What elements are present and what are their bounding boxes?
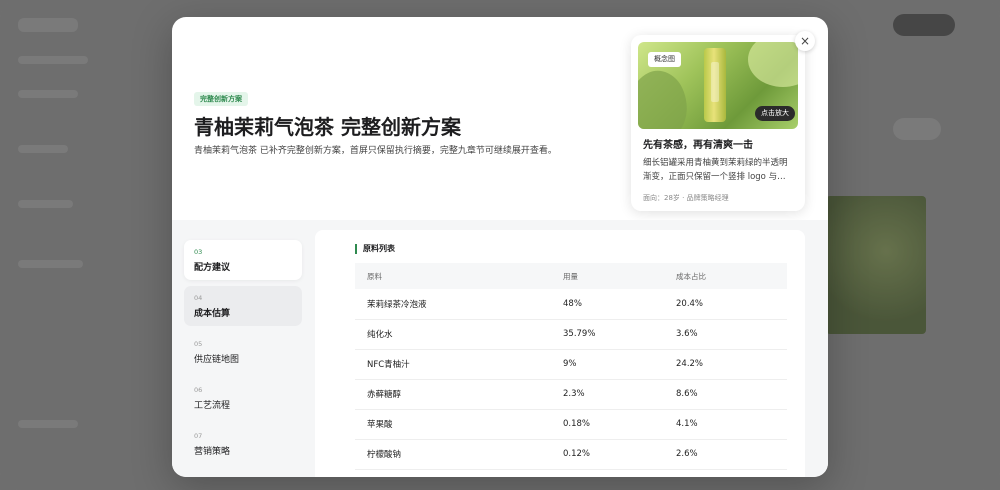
cost-share-cell: 3.6% <box>664 319 787 350</box>
toc-number: 07 <box>194 432 203 440</box>
cost-share-cell: 20.4% <box>664 289 787 320</box>
zoom-button[interactable]: 点击放大 <box>755 106 795 121</box>
ingredient-cell: NFC青柚汁 <box>355 349 551 380</box>
toc-item-supply-chain[interactable]: 05 供应链地图 <box>184 332 302 372</box>
leaf-decoration <box>638 62 700 129</box>
page-title: 青柚茉莉气泡茶 完整创新方案 <box>194 115 461 139</box>
close-button[interactable]: × <box>795 31 815 51</box>
toc-item-marketing[interactable]: 07 营销策略 <box>184 424 302 464</box>
table-row: 茉莉绿茶冷泡液 48% 20.4% <box>355 289 787 320</box>
toc-number: 05 <box>194 340 203 348</box>
concept-title: 先有茶感，再有清爽一击 <box>643 140 753 151</box>
table-row: 柠檬酸钠 0.12% 2.6% <box>355 439 787 470</box>
light-decoration <box>748 42 798 87</box>
ingredient-cell: 苹果酸 <box>355 409 551 440</box>
amount-cell: 48% <box>551 289 664 320</box>
ingredient-cell: 纯化水 <box>355 319 551 350</box>
table-row: 赤藓糖醇 2.3% 8.6% <box>355 379 787 410</box>
cost-share-cell: 2.6% <box>664 439 787 470</box>
column-header: 成本占比 <box>664 263 787 289</box>
amount-cell: 9% <box>551 349 664 380</box>
ingredient-cell: 柠檬酸钠 <box>355 439 551 470</box>
concept-tag: 概念图 <box>648 52 681 67</box>
amount-cell: 35.79% <box>551 319 664 350</box>
toc-label: 配方建议 <box>194 263 231 273</box>
toc-number: 06 <box>194 386 203 394</box>
solution-modal: 完整创新方案 青柚茉莉气泡茶 完整创新方案 青柚茉莉气泡茶 已补齐完整创新方案，… <box>172 17 828 477</box>
table-header-row: 原料 用量 成本占比 <box>355 263 787 289</box>
content-panel: 原料列表 原料 用量 成本占比 茉莉绿茶冷泡液 48% 20.4% 纯化水 35… <box>315 230 805 477</box>
cost-share-cell: 4.1% <box>664 409 787 440</box>
concept-image[interactable]: 概念图 点击放大 <box>638 42 798 129</box>
cost-share-cell: 24.2% <box>664 349 787 380</box>
can-illustration <box>704 48 726 122</box>
table-row: 苹果酸 0.18% 4.1% <box>355 409 787 440</box>
chapter-nav: 03 配方建议 04 成本估算 05 供应链地图 06 工艺流程 07 营销策略 <box>184 240 302 470</box>
column-header: 用量 <box>551 263 664 289</box>
toc-number: 04 <box>194 294 203 302</box>
page-subtitle: 青柚茉莉气泡茶 已补齐完整创新方案，首屏只保留执行摘要，完整九章节可继续展开查看… <box>194 146 557 156</box>
toc-label: 成本估算 <box>194 309 231 319</box>
solution-badge: 完整创新方案 <box>194 92 248 106</box>
amount-cell: 0.18% <box>551 409 664 440</box>
ingredient-cell: 赤藓糖醇 <box>355 379 551 410</box>
concept-meta: 面向：28岁 · 品牌策略经理 <box>643 194 729 202</box>
table-row: NFC青柚汁 9% 24.2% <box>355 349 787 380</box>
close-icon: × <box>799 34 811 48</box>
concept-card[interactable]: 概念图 点击放大 先有茶感，再有清爽一击 细长铝罐采用青柚黄到茉莉绿的半透明渐变… <box>631 35 805 211</box>
table-row: 纯化水 35.79% 3.6% <box>355 319 787 350</box>
column-header: 原料 <box>355 263 551 289</box>
toc-item-formula[interactable]: 03 配方建议 <box>184 240 302 280</box>
toc-item-cost[interactable]: 04 成本估算 <box>184 286 302 326</box>
cost-share-cell: 8.6% <box>664 379 787 410</box>
amount-cell: 0.12% <box>551 439 664 470</box>
toc-item-process[interactable]: 06 工艺流程 <box>184 378 302 418</box>
toc-label: 营销策略 <box>194 447 231 457</box>
amount-cell: 2.3% <box>551 379 664 410</box>
toc-label: 工艺流程 <box>194 401 231 411</box>
section-title: 原料列表 <box>355 244 395 254</box>
modal-body: 03 配方建议 04 成本估算 05 供应链地图 06 工艺流程 07 营销策略… <box>172 220 828 477</box>
ingredient-cell: 茉莉绿茶冷泡液 <box>355 289 551 320</box>
toc-label: 供应链地图 <box>194 355 240 365</box>
toc-number: 03 <box>194 248 203 256</box>
ingredients-table: 原料 用量 成本占比 茉莉绿茶冷泡液 48% 20.4% 纯化水 35.79% … <box>355 263 787 470</box>
concept-description: 细长铝罐采用青柚黄到茉莉绿的半透明渐变，正面只保留一个竖排 logo 与… <box>643 158 788 182</box>
